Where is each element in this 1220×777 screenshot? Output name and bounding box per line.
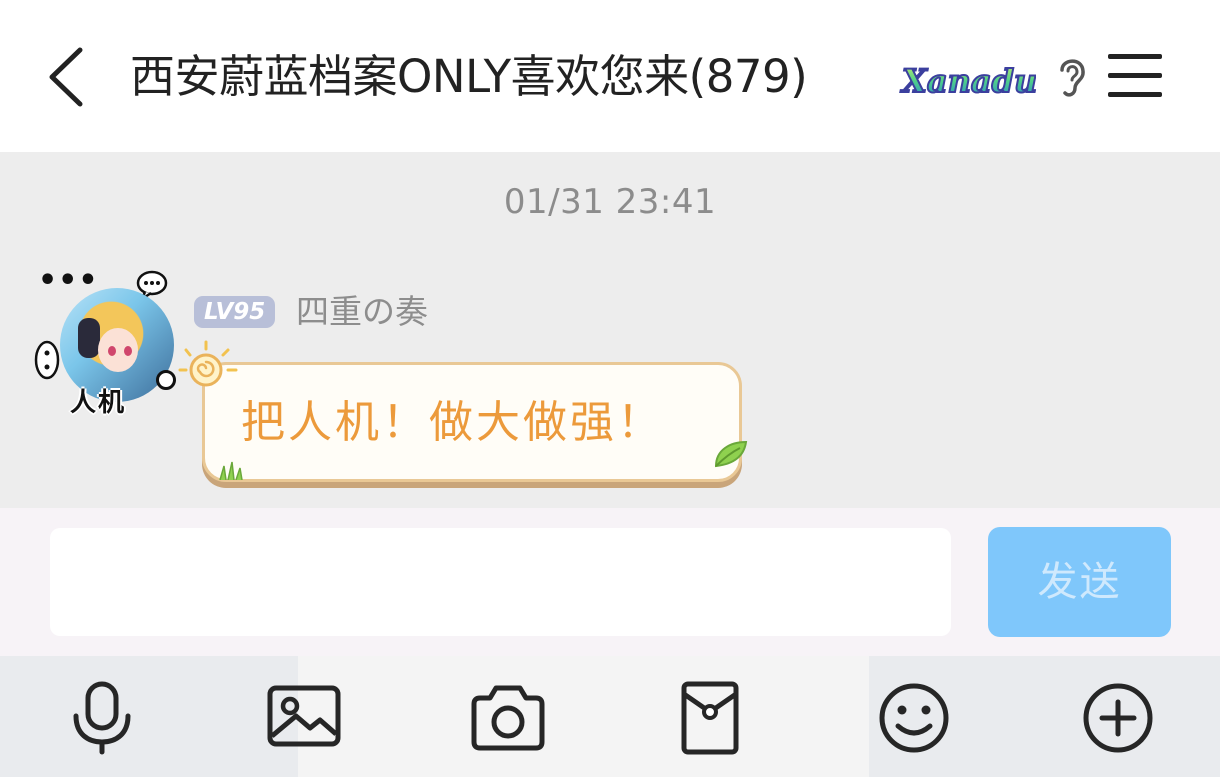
message-input[interactable] [50, 528, 951, 636]
toolbar-shade [0, 656, 298, 777]
headphone-shape [78, 318, 100, 358]
chat-area[interactable]: 01/31 23:41 ••• 人机 LV95 四重の奏 把人机！做大做强！ [0, 152, 1220, 508]
dots-decoration: ••• [38, 263, 99, 298]
emoji-icon [879, 683, 949, 753]
camera-icon [471, 685, 545, 751]
svg-text:Xanadu: Xanadu [900, 62, 1036, 100]
menu-line [1108, 54, 1162, 59]
sender-avatar[interactable]: ••• 人机 [32, 263, 182, 430]
chevron-left-icon [49, 47, 83, 107]
ear-icon[interactable] [1053, 54, 1091, 100]
level-badge: LV95 [194, 296, 276, 328]
red-envelope-icon [681, 681, 739, 755]
sun-decoration-icon [178, 340, 238, 387]
image-icon [267, 685, 341, 747]
back-button[interactable] [38, 40, 98, 114]
menu-button[interactable] [1108, 52, 1162, 100]
composer: 发送 [0, 508, 1220, 656]
menu-line [1108, 92, 1162, 97]
xanadu-badge: Xanadu [898, 54, 1038, 104]
grass-decoration-icon [219, 461, 243, 480]
more-button[interactable] [1078, 680, 1158, 756]
message-timestamp: 01/31 23:41 [503, 182, 717, 222]
emoji-button[interactable] [874, 680, 954, 756]
camera-button[interactable] [468, 680, 548, 756]
ellipsis-oval-icon [34, 340, 60, 380]
menu-line [1108, 73, 1162, 78]
plus-circle-icon [1083, 683, 1153, 753]
eye-shape [108, 346, 116, 356]
leaf-decoration-icon [714, 440, 748, 468]
microphone-icon [73, 681, 131, 755]
image-button[interactable] [264, 680, 344, 756]
chat-header: 西安蔚蓝档案ONLY喜欢您来(879) Xanadu [0, 0, 1220, 152]
eye-shape [124, 346, 132, 356]
sender-name[interactable]: 四重の奏 [296, 292, 428, 332]
red-envelope-button[interactable] [670, 680, 750, 756]
group-title[interactable]: 西安蔚蓝档案ONLY喜欢您来(879) [130, 46, 808, 108]
circle-decoration [156, 370, 176, 390]
avatar-tag: 人机 [70, 388, 127, 418]
send-button[interactable]: 发送 [988, 527, 1171, 637]
message-bubble[interactable]: 把人机！做大做强！ [202, 362, 742, 482]
bottom-toolbar [0, 656, 1220, 777]
message-text: 把人机！做大做强！ [241, 397, 664, 448]
face-shape [98, 328, 138, 372]
voice-button[interactable] [62, 680, 142, 756]
